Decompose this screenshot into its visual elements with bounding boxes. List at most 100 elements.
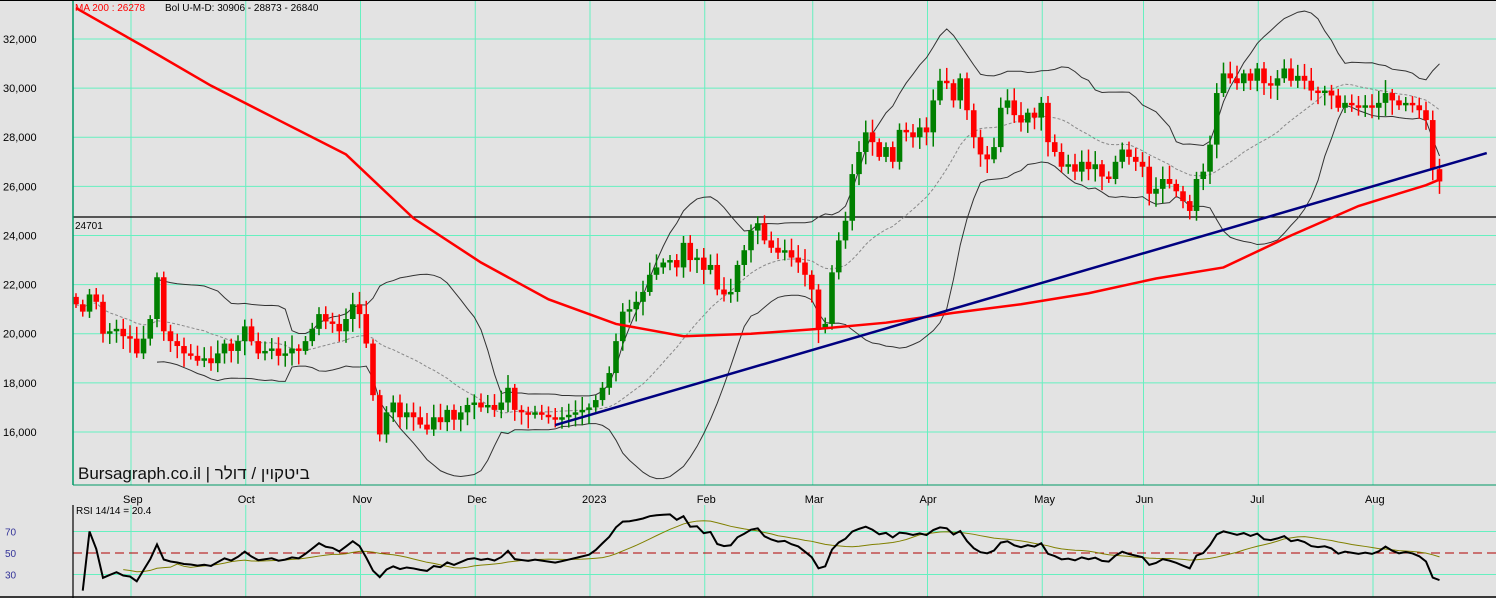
candle-up [403, 412, 410, 418]
candle-up [201, 358, 208, 361]
candle-up [221, 343, 228, 354]
candle-down [984, 154, 991, 160]
candle-down [1058, 151, 1065, 167]
candle-up [1153, 188, 1159, 194]
candle-down [187, 353, 194, 356]
candle-down [1267, 83, 1274, 86]
candle-up [262, 350, 268, 354]
candles [73, 58, 1443, 443]
month-label: 2023 [582, 494, 606, 506]
candle-up [734, 264, 741, 292]
month-label: Jun [1136, 494, 1154, 506]
candle-down [970, 110, 977, 138]
candle-down [950, 83, 957, 101]
candle-up [613, 341, 619, 374]
candle-down [1308, 80, 1315, 91]
candle-down [518, 409, 525, 413]
candle-down [788, 250, 795, 258]
candle-down [255, 341, 262, 354]
candle-up [849, 174, 856, 221]
candle-up [572, 412, 579, 415]
candle-down [552, 417, 559, 420]
candle-down [700, 257, 707, 270]
candle-down [1051, 142, 1058, 152]
rsi-legend-text: RSI 14/14 = 20.4 [76, 506, 152, 517]
candle-up [1240, 73, 1247, 84]
y-tick-label: 32,000 [3, 34, 37, 46]
candle-up [633, 301, 640, 310]
candle-down [370, 343, 376, 396]
month-label: Mar [805, 494, 824, 506]
candle-up [741, 250, 748, 265]
candle-down [93, 294, 100, 302]
candle-down [329, 321, 336, 324]
candle-down [1018, 115, 1024, 123]
y-axis: 32,000 30,000 28,000 26,000 24,000 22,000 20,0… [3, 34, 37, 439]
candle-up [241, 326, 248, 342]
candle-down [167, 331, 174, 342]
candle-down [1335, 95, 1342, 108]
candle-down [714, 264, 721, 290]
candle-down [1132, 156, 1139, 162]
candle-down [1261, 68, 1267, 84]
candle-up [997, 107, 1004, 148]
candle-down [1355, 105, 1362, 108]
candle-down [322, 314, 329, 322]
candle-down [437, 417, 444, 423]
bollinger-legend: Bol U-M-D: 30906 - 28873 - 26840 [165, 3, 319, 14]
candle-down [687, 242, 694, 261]
candle-down [73, 296, 79, 305]
candle-down [120, 328, 127, 337]
candle-up [1193, 179, 1200, 211]
candle-up [471, 402, 478, 405]
candle-up [748, 230, 754, 251]
candle-down [525, 412, 532, 415]
candle-up [1024, 112, 1031, 123]
candle-up [781, 250, 788, 253]
candle-up [106, 331, 113, 334]
rsi-panel: 70 50 30 [5, 513, 1496, 591]
candle-down [376, 395, 383, 435]
candle-down [721, 289, 727, 295]
candle-down [1416, 105, 1423, 111]
candle-up [667, 260, 673, 263]
candle-down [903, 129, 910, 133]
candle-down [208, 358, 214, 364]
candle-up [464, 404, 471, 413]
candle-up [599, 387, 606, 401]
candle-up [835, 240, 842, 273]
candle-up [1159, 179, 1166, 189]
y-tick-label: 20,000 [3, 329, 37, 341]
brand-title: Bursagraph.co.il | ביטקוין / דולר [78, 464, 310, 483]
candle-up [430, 417, 437, 430]
candle-up [660, 262, 667, 268]
y-tick-label: 22,000 [3, 280, 37, 292]
candle-down [1045, 102, 1051, 143]
candle-down [889, 147, 896, 162]
month-label: Dec [467, 494, 487, 506]
month-label: Jul [1250, 494, 1264, 506]
candle-down [228, 343, 235, 351]
grid [73, 0, 1496, 597]
candle-up [862, 132, 869, 152]
candle-up [579, 409, 586, 413]
rsi-level-label: 50 [5, 549, 17, 560]
candle-down [410, 412, 417, 418]
candle-down [1423, 110, 1429, 121]
month-label: Aug [1365, 494, 1385, 506]
rsi-level-label: 70 [5, 528, 17, 539]
bollinger-middle [75, 83, 1440, 414]
candle-down [1099, 164, 1105, 177]
candle-up [937, 80, 943, 101]
rsi-level-label: 30 [5, 571, 17, 582]
candle-down [160, 277, 167, 332]
candle-up [930, 100, 937, 133]
candle-up [235, 341, 241, 351]
candle-down [545, 414, 552, 418]
trend-line[interactable] [554, 151, 1488, 427]
candle-up [289, 348, 295, 354]
candle-up [694, 257, 700, 261]
candle-down [1328, 90, 1335, 96]
candle-up [1200, 171, 1207, 180]
candle-up [896, 129, 903, 162]
